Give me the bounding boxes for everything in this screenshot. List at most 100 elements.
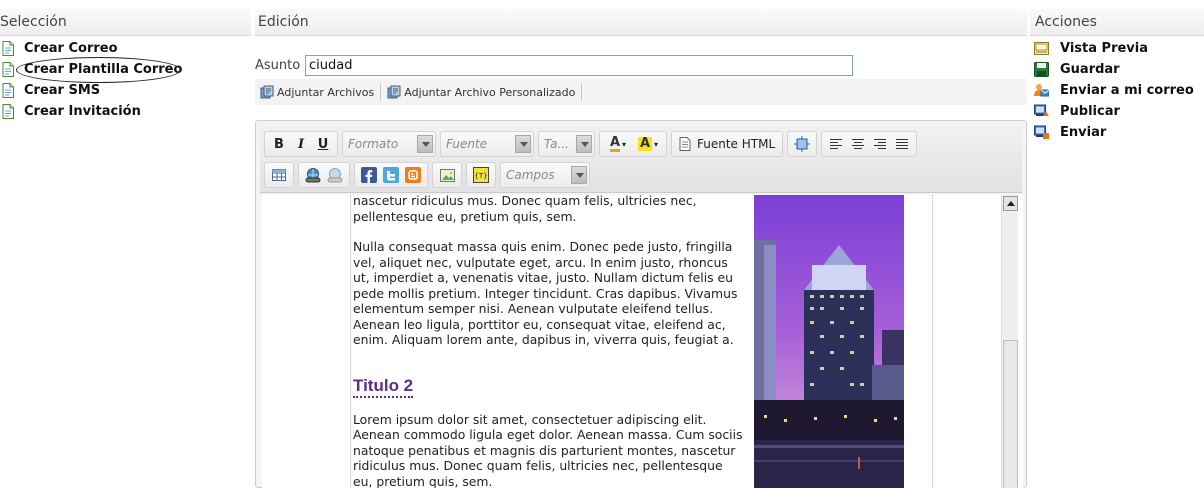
crear-plantilla-correo-label: Crear Plantilla Correo [24,62,183,77]
chevron-down-icon [571,166,587,184]
crear-correo-link[interactable]: Crear Correo [0,38,251,59]
social-group [354,162,428,188]
insert-field-button[interactable]: {T} [470,165,492,185]
save-action[interactable]: Guardar [1030,59,1204,80]
background-color-button[interactable]: A ▾ [633,134,663,154]
blogger-icon [405,167,421,183]
send-to-me-action[interactable]: Enviar a mi correo [1030,80,1204,101]
document-icon [2,62,14,77]
size-combo[interactable]: Ta... [538,131,595,157]
attachments-bar: Adjuntar Archivos Adjuntar Archivo Perso… [255,79,1027,105]
align-center-icon [852,138,865,149]
toolbar-row-2: {T} Campos [264,162,594,188]
scroll-up-button[interactable] [1003,196,1018,211]
alignment-group [821,131,918,157]
fields-combo-box: Campos [501,164,589,186]
chevron-down-icon [576,135,592,153]
edition-panel-title: Edición [255,9,1027,36]
underline-button[interactable]: U [312,134,334,154]
justify-icon [896,138,909,149]
insert-image-button[interactable] [436,165,458,185]
toolbar-row-1: B I U Formato Fuente Ta... A ▾ A ▾ Fuent… [264,131,921,157]
crear-invitacion-label: Crear Invitación [24,104,141,119]
editor-toolbar: B I U Formato Fuente Ta... A ▾ A ▾ Fuent… [260,123,1022,193]
publish-label: Publicar [1060,104,1120,119]
send-label: Enviar [1060,125,1107,140]
dropdown-arrow-icon: ▾ [654,139,659,149]
publish-icon [1034,104,1049,116]
text-color-icon: A [609,135,621,152]
blogger-button[interactable] [402,165,424,185]
font-combo-box: Fuente [441,133,533,155]
link-group [298,162,350,188]
attach-files-button[interactable]: Adjuntar Archivos [260,83,382,101]
maximize-button[interactable] [791,134,813,154]
send-icon [1034,125,1049,139]
format-combo-box: Formato [343,133,435,155]
dropdown-arrow-icon: ▾ [622,139,627,149]
twitter-button[interactable] [380,165,402,185]
template-guide-line [350,195,351,488]
text-color-button[interactable]: A ▾ [603,134,633,154]
preview-action[interactable]: Vista Previa [1030,38,1204,59]
crear-sms-label: Crear SMS [24,83,101,98]
html-source-group: Fuente HTML [671,131,784,157]
page-icon [679,137,691,151]
html-source-button[interactable]: Fuente HTML [675,137,779,151]
image-icon [439,168,455,182]
actions-list: Vista Previa Guardar Enviar a mi correo … [1030,36,1204,143]
content-paragraph: Nulla consequat massa quis enim. Donec p… [353,239,738,347]
scroll-thumb[interactable] [1003,340,1018,488]
fields-placeholder: Campos [506,168,555,182]
html-source-label: Fuente HTML [697,137,776,151]
align-center-button[interactable] [847,134,869,154]
chevron-down-icon [417,135,433,153]
crear-sms-link[interactable]: Crear SMS [0,80,251,101]
crear-correo-label: Crear Correo [24,41,118,56]
selection-panel-title: Selección [0,9,251,36]
document-icon [2,41,14,56]
align-left-icon [830,138,843,149]
remove-link-button[interactable] [324,165,346,185]
fields-icon-group: {T} [466,162,496,188]
editor-scrollbar[interactable] [1001,195,1018,488]
attach-custom-file-label: Adjuntar Archivo Personalizado [404,85,576,99]
align-right-button[interactable] [869,134,891,154]
subject-input[interactable] [305,54,853,76]
send-to-me-icon [1034,84,1049,97]
italic-button[interactable]: I [290,134,312,154]
document-icon [2,104,14,119]
table-group [264,162,294,188]
editor-content[interactable]: nascetur ridiculus mus. Donec quam felis… [262,195,1023,488]
svg-text:{T}: {T} [474,172,487,180]
font-placeholder: Fuente [446,137,488,151]
city-skyline-image [754,195,904,488]
publish-action[interactable]: Publicar [1030,101,1204,122]
crear-invitacion-link[interactable]: Crear Invitación [0,101,251,122]
align-left-button[interactable] [825,134,847,154]
table-icon [272,169,286,181]
content-paragraph: Lorem ipsum dolor sit amet, consectetuer… [353,411,743,488]
crear-plantilla-correo-link[interactable]: Crear Plantilla Correo [0,57,251,83]
bold-label: B [274,136,284,152]
twitter-icon [383,167,399,183]
maximize-icon [794,136,811,152]
preview-icon [1034,42,1049,55]
selection-panel: Selección Crear Correo Crear Plantilla C… [0,9,251,488]
send-to-me-label: Enviar a mi correo [1060,83,1194,98]
insert-link-button[interactable] [302,165,324,185]
attach-custom-file-button[interactable]: Adjuntar Archivo Personalizado [387,83,583,101]
attach-icon [260,85,274,99]
save-label: Guardar [1060,62,1120,77]
font-combo[interactable]: Fuente [440,131,534,157]
justify-button[interactable] [891,134,913,154]
insert-table-button[interactable] [268,165,290,185]
send-action[interactable]: Enviar [1030,122,1204,143]
attach-icon [387,85,401,99]
facebook-button[interactable] [358,165,380,185]
fields-combo[interactable]: Campos [500,162,590,188]
image-group [432,162,462,188]
actions-panel: Acciones Vista Previa Guardar Enviar a m… [1030,9,1204,488]
format-combo[interactable]: Formato [342,131,436,157]
bold-button[interactable]: B [268,134,290,154]
